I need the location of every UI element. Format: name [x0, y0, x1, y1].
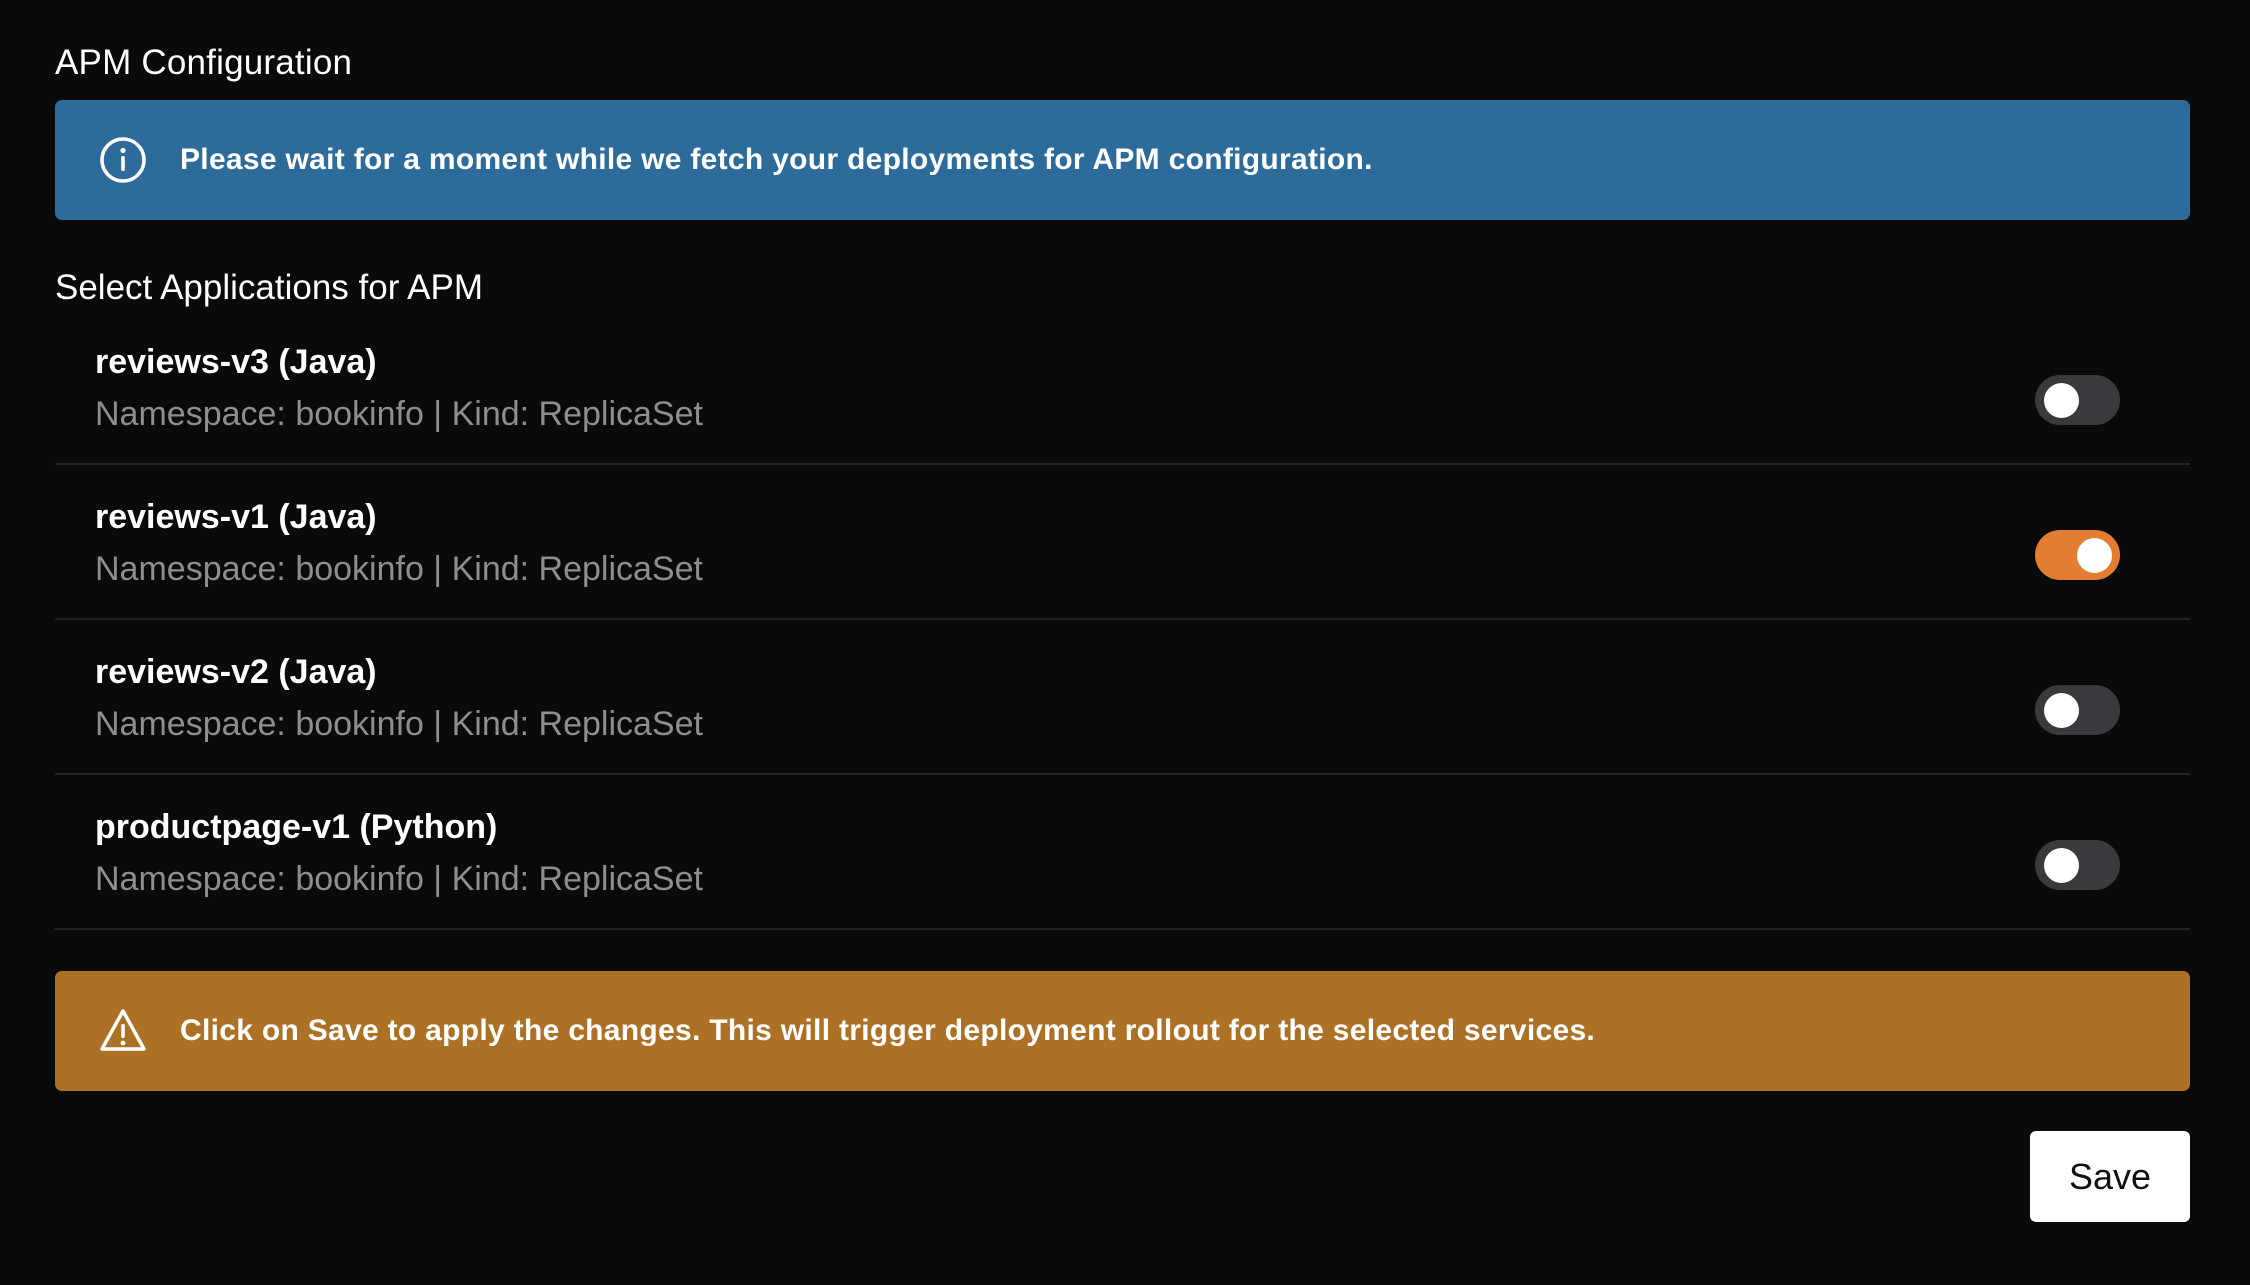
application-row: reviews-v3 (Java) Namespace: bookinfo | … [55, 310, 2190, 465]
toggle-knob [2044, 383, 2079, 418]
page-title: APM Configuration [55, 43, 353, 82]
warning-banner: Click on Save to apply the changes. This… [55, 971, 2190, 1091]
apm-toggle[interactable] [2035, 840, 2120, 890]
application-row: productpage-v1 (Python) Namespace: booki… [55, 775, 2190, 930]
apm-toggle[interactable] [2035, 375, 2120, 425]
section-title: Select Applications for APM [55, 268, 483, 307]
application-meta: Namespace: bookinfo | Kind: ReplicaSet [95, 705, 703, 743]
apm-toggle[interactable] [2035, 685, 2120, 735]
info-banner: Please wait for a moment while we fetch … [55, 100, 2190, 220]
application-meta: Namespace: bookinfo | Kind: ReplicaSet [95, 860, 703, 898]
application-list: reviews-v3 (Java) Namespace: bookinfo | … [55, 310, 2190, 930]
warning-triangle-icon [98, 1006, 148, 1056]
application-name: productpage-v1 (Python) [95, 808, 498, 846]
warning-banner-message: Click on Save to apply the changes. This… [180, 1014, 1596, 1047]
application-name: reviews-v2 (Java) [95, 653, 377, 691]
info-banner-message: Please wait for a moment while we fetch … [180, 143, 1373, 176]
application-name: reviews-v3 (Java) [95, 343, 377, 381]
application-row: reviews-v1 (Java) Namespace: bookinfo | … [55, 465, 2190, 620]
apm-configuration-page: APM Configuration Please wait for a mome… [0, 0, 2250, 1285]
application-name: reviews-v1 (Java) [95, 498, 377, 536]
toggle-knob [2044, 848, 2079, 883]
apm-toggle[interactable] [2035, 530, 2120, 580]
save-button[interactable]: Save [2030, 1131, 2190, 1222]
application-meta: Namespace: bookinfo | Kind: ReplicaSet [95, 395, 703, 433]
toggle-knob [2077, 538, 2112, 573]
toggle-knob [2044, 693, 2079, 728]
application-row: reviews-v2 (Java) Namespace: bookinfo | … [55, 620, 2190, 775]
info-circle-icon [98, 135, 148, 185]
application-meta: Namespace: bookinfo | Kind: ReplicaSet [95, 550, 703, 588]
